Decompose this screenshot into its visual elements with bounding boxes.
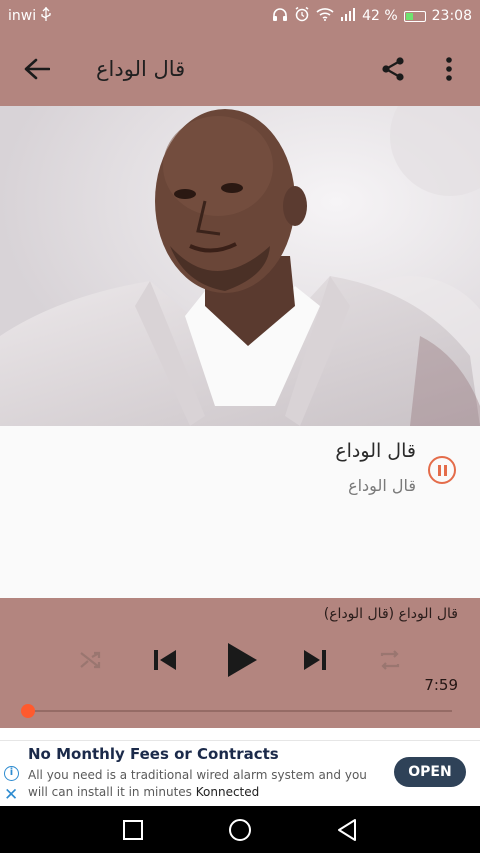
headphones-icon — [272, 7, 288, 25]
system-nav-bar — [0, 806, 480, 853]
elapsed-time: 7:59 — [424, 676, 458, 694]
track-artist: قال الوداع — [348, 476, 416, 495]
play-icon — [228, 643, 257, 677]
play-button[interactable] — [222, 638, 262, 682]
shuffle-button[interactable] — [76, 638, 106, 682]
repeat-icon — [380, 650, 400, 670]
wifi-icon — [316, 7, 334, 25]
back-button[interactable] — [0, 32, 74, 106]
circle-icon — [229, 819, 251, 841]
player-panel: قال الوداع (قال الوداع) 7:59 — [0, 598, 480, 728]
track-info: قال الوداع قال الوداع — [0, 426, 480, 598]
ad-body: All you need is a traditional wired alar… — [28, 767, 388, 801]
arrow-left-icon — [24, 58, 50, 80]
seek-bar[interactable] — [21, 704, 452, 718]
battery-icon — [403, 10, 426, 22]
battery-percent: 42 % — [362, 8, 398, 24]
page-title: قال الوداع — [96, 57, 186, 81]
playback-controls — [0, 638, 480, 682]
ad-banner[interactable]: No Monthly Fees or Contracts All you nee… — [0, 740, 480, 806]
more-vert-icon — [446, 57, 452, 81]
ad-brand: Konnected — [195, 785, 260, 799]
track-title: قال الوداع — [335, 440, 416, 462]
carrier-label: inwi — [8, 8, 37, 24]
overflow-menu-button[interactable] — [432, 52, 466, 86]
skip-next-icon — [304, 650, 326, 670]
status-bar: inwi 42 % 23:08 — [0, 0, 480, 32]
close-icon[interactable]: ✕ — [4, 785, 18, 805]
alarm-icon — [294, 6, 310, 26]
share-icon — [382, 57, 404, 81]
album-art — [0, 106, 480, 426]
ad-open-button[interactable]: OPEN — [394, 757, 466, 787]
next-button[interactable] — [298, 638, 332, 682]
ad-headline: No Monthly Fees or Contracts — [28, 745, 279, 763]
triangle-back-icon — [338, 819, 356, 841]
usb-icon — [40, 7, 52, 25]
square-icon — [123, 820, 143, 840]
repeat-button[interactable] — [374, 638, 406, 682]
info-icon[interactable]: i — [4, 766, 19, 781]
app-bar: قال الوداع — [0, 32, 480, 106]
signal-icon — [340, 7, 356, 25]
clock: 23:08 — [431, 8, 472, 24]
shuffle-icon — [80, 651, 101, 669]
seek-thumb[interactable] — [21, 704, 35, 718]
skip-previous-icon — [154, 650, 176, 670]
pause-circle-icon[interactable] — [428, 456, 456, 484]
now-playing-label: قال الوداع (قال الوداع) — [323, 606, 458, 622]
back-nav-button[interactable] — [332, 815, 362, 845]
recents-button[interactable] — [118, 815, 148, 845]
share-button[interactable] — [376, 52, 410, 86]
home-button[interactable] — [225, 815, 255, 845]
previous-button[interactable] — [148, 638, 182, 682]
